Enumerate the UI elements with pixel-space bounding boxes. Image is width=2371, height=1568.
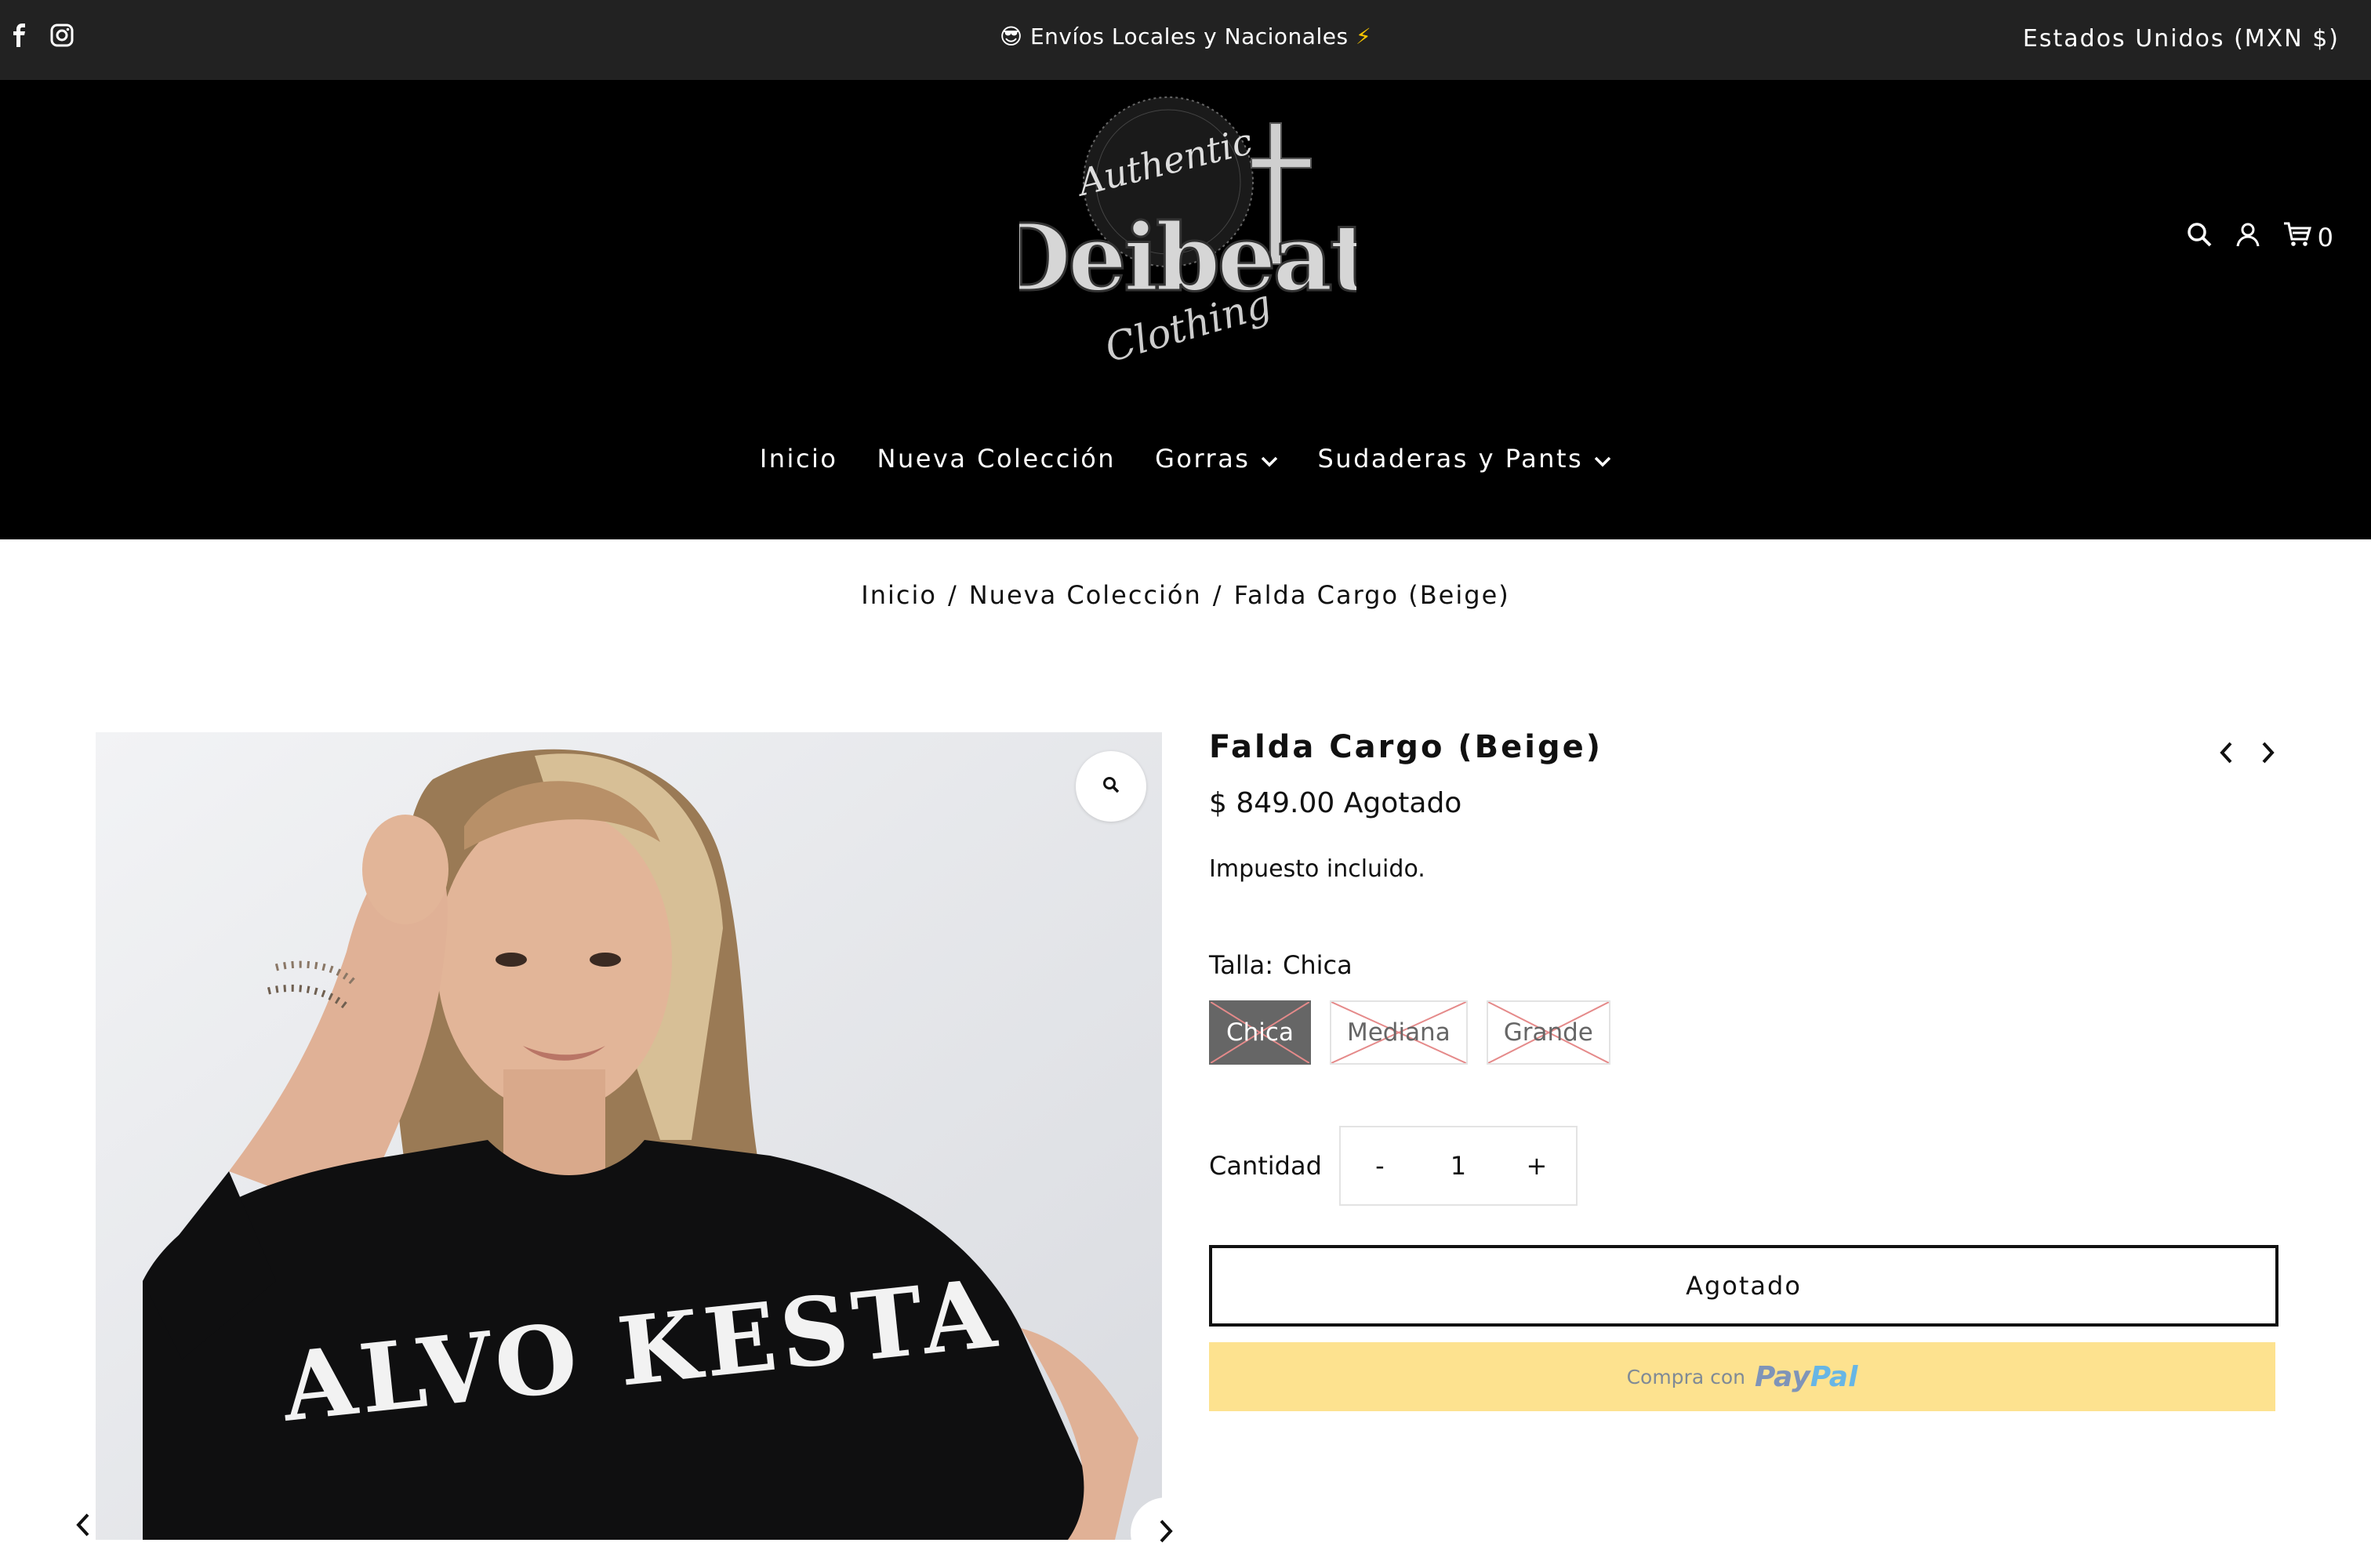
nav-item-label: Inicio (759, 444, 838, 474)
breadcrumb: Inicio / Nueva Colección / Falda Cargo (Beig… (0, 580, 2371, 610)
account-icon[interactable] (2235, 221, 2261, 254)
quantity-input[interactable]: 1 (1427, 1151, 1490, 1181)
product-image[interactable]: ALVO KESTA (96, 732, 1162, 1540)
product-pager (2219, 742, 2275, 767)
size-option-label: Chica (1226, 1018, 1294, 1047)
paypal-prefix: Compra con (1626, 1365, 1745, 1388)
logo-wordmark: Deibeat (1019, 203, 1356, 312)
nav-item-label: Sudaderas y Pants (1317, 444, 1584, 474)
main-navigation: Inicio Nueva Colección Gorras Sudaderas … (0, 444, 2371, 474)
site-header: Authentic Deibeat Clothing 0 Inicio Nuev… (0, 80, 2371, 539)
tax-note: Impuesto incluido. (1209, 855, 1425, 883)
size-option-label: Grande (1503, 1018, 1593, 1047)
nav-item-sudaderas[interactable]: Sudaderas y Pants (1317, 444, 1611, 474)
product-price: $ 849.00 (1209, 787, 1335, 819)
cart-button[interactable]: 0 (2283, 221, 2333, 254)
paypal-logo-pal: Pal (1810, 1360, 1858, 1393)
product-info: Falda Cargo (Beige) $ 849.00 Agotado Imp… (1209, 729, 2278, 1411)
paypal-logo-pay: Pay (1754, 1360, 1810, 1393)
chevron-down-icon (1594, 444, 1611, 474)
breadcrumb-separator: / (947, 580, 958, 610)
size-option-mediana[interactable]: Mediana (1329, 1000, 1468, 1065)
size-option-grande[interactable]: Grande (1486, 1000, 1610, 1065)
gallery-next-button[interactable] (1131, 1497, 1201, 1568)
chevron-left-icon (75, 1513, 91, 1540)
stock-status: Agotado (1343, 787, 1462, 819)
size-label: Talla: (1209, 950, 1274, 980)
next-product-button[interactable] (2261, 742, 2275, 767)
brand-logo[interactable]: Authentic Deibeat Clothing (989, 96, 1376, 378)
size-selected-value: Chica (1283, 950, 1353, 980)
zoom-button[interactable] (1076, 751, 1146, 822)
prev-product-button[interactable] (2219, 742, 2233, 767)
product-title: Falda Cargo (Beige) (1209, 729, 1603, 765)
nav-item-gorras[interactable]: Gorras (1155, 444, 1278, 474)
cart-count: 0 (2317, 223, 2333, 252)
breadcrumb-collection[interactable]: Nueva Colección (969, 580, 1202, 610)
sold-out-button[interactable]: Agotado (1209, 1245, 2278, 1327)
size-option-label: Mediana (1346, 1018, 1451, 1047)
size-option-chica[interactable]: Chica (1209, 1000, 1311, 1065)
nav-item-nueva-coleccion[interactable]: Nueva Colección (877, 444, 1117, 474)
nav-item-label: Nueva Colección (877, 444, 1117, 474)
quantity-decrease-button[interactable]: - (1349, 1151, 1411, 1181)
paypal-button[interactable]: Compra con PayPal (1209, 1342, 2275, 1411)
breadcrumb-separator: / (1212, 580, 1223, 610)
paypal-logo: PayPal (1755, 1361, 1857, 1393)
quantity-increase-button[interactable]: + (1505, 1151, 1568, 1181)
search-icon[interactable] (2186, 221, 2213, 254)
announcement-message: Envíos Locales y Nacionales (1029, 24, 1349, 49)
breadcrumb-current: Falda Cargo (Beige) (1233, 580, 1510, 610)
quantity-row: Cantidad - 1 + (1209, 1126, 2275, 1206)
chevron-right-icon (1158, 1519, 1174, 1546)
announcement-bar: 😎 Envíos Locales y Nacionales ⚡ Estados … (0, 0, 2371, 80)
gallery-prev-button[interactable] (75, 1513, 91, 1540)
sunglasses-emoji: 😎 (999, 24, 1023, 49)
chevron-down-icon (1261, 444, 1278, 474)
nav-item-label: Gorras (1155, 444, 1251, 474)
currency-selector[interactable]: Estados Unidos (MXN $) (2023, 25, 2340, 53)
price-row: $ 849.00 Agotado (1209, 787, 2275, 819)
size-options: Chica Mediana Grande (1209, 1000, 2275, 1065)
breadcrumb-home[interactable]: Inicio (861, 580, 937, 610)
quantity-label: Cantidad (1209, 1151, 1322, 1181)
nav-item-inicio[interactable]: Inicio (760, 444, 838, 474)
quantity-stepper: - 1 + (1338, 1126, 1578, 1206)
header-actions: 0 (2186, 221, 2333, 254)
cart-icon (2283, 221, 2311, 254)
size-label-row: Talla: Chica (1209, 950, 2275, 980)
announcement-text[interactable]: 😎 Envíos Locales y Nacionales ⚡ (0, 24, 2371, 49)
zoom-icon (1102, 776, 1120, 797)
lightning-emoji: ⚡ (1355, 24, 1372, 49)
